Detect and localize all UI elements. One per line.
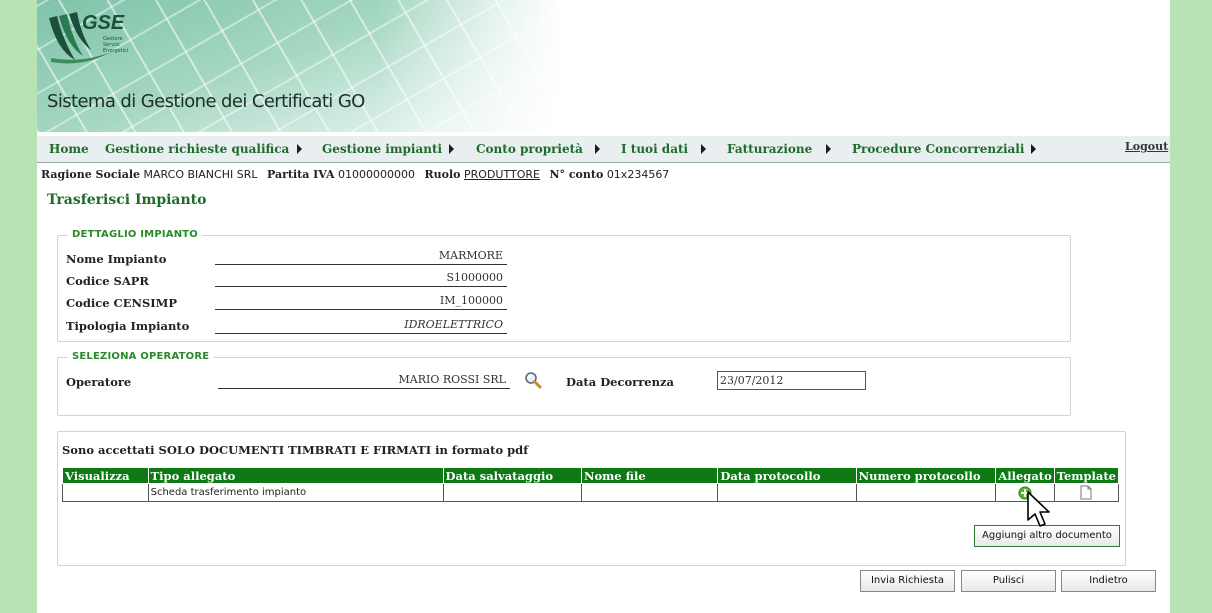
- codice-censimp-value: IM_100000: [215, 293, 507, 310]
- dettaglio-impianto-section: DETTAGLIO IMPIANTO Nome Impianto MARMORE…: [57, 229, 1071, 342]
- tipologia-impianto-value: IDROELETTRICO: [215, 317, 507, 334]
- cell-nome-file: [580, 483, 719, 502]
- nav-arrow-icon[interactable]: [1031, 144, 1036, 154]
- data-decorrenza-label: Data Decorrenza: [566, 375, 674, 389]
- partita-iva-label: Partita IVA: [266, 168, 335, 181]
- page: GSE Gestore Servizi Energetici Sistema d…: [37, 0, 1170, 613]
- submit-request-button[interactable]: Invia Richiesta: [860, 570, 955, 592]
- nav-arrow-icon[interactable]: [297, 144, 302, 154]
- tipologia-impianto-label: Tipologia Impianto: [66, 319, 190, 333]
- nav-item-conto-proprieta[interactable]: Conto proprietà: [476, 142, 583, 156]
- cell-visualizza: [62, 483, 149, 502]
- column-header-numero-protocollo: Numero protocollo: [855, 467, 997, 484]
- app-title: Sistema di Gestione dei Certificati GO: [47, 91, 365, 112]
- cell-template: [1053, 483, 1120, 502]
- nav-arrow-icon[interactable]: [826, 144, 831, 154]
- back-button[interactable]: Indietro: [1061, 570, 1156, 592]
- cell-tipo-allegato: Scheda trasferimento impianto: [147, 483, 444, 502]
- seleziona-operatore-section: SELEZIONA OPERATORE Operatore MARIO ROSS…: [57, 351, 1071, 416]
- column-header-template: Template: [1053, 467, 1120, 484]
- logo-subtitle: Gestore Servizi Energetici: [103, 36, 129, 54]
- documents-table: Visualizza Tipo allegato Data salvataggi…: [62, 467, 1120, 502]
- documents-note: Sono accettati SOLO DOCUMENTI TIMBRATI E…: [62, 443, 529, 457]
- add-document-button[interactable]: Aggiungi altro documento: [974, 525, 1120, 547]
- cell-data-salvataggio: [442, 483, 582, 502]
- column-header-allegato: Allegato: [995, 467, 1055, 484]
- nav-item-home[interactable]: Home: [49, 142, 89, 156]
- column-header-tipo-allegato: Tipo allegato: [147, 467, 444, 484]
- codice-sapr-value: S1000000: [215, 270, 507, 287]
- column-header-visualizza: Visualizza: [62, 467, 149, 484]
- nav-item-procedure-concorrenziali[interactable]: Procedure Concorrenziali: [852, 142, 1024, 156]
- column-header-data-protocollo: Data protocollo: [717, 467, 857, 484]
- conto-label: N° conto: [549, 168, 604, 181]
- account-info: Ragione Sociale MARCO BIANCHI SRL Partit…: [41, 168, 675, 181]
- nav-item-gestione-richieste-qualifica[interactable]: Gestione richieste qualifica: [105, 142, 289, 156]
- ragione-sociale-value: MARCO BIANCHI SRL: [143, 168, 258, 181]
- table-header-row: Visualizza Tipo allegato Data salvataggi…: [62, 467, 1120, 484]
- codice-sapr-label: Codice SAPR: [66, 274, 149, 288]
- table-row: Scheda trasferimento impianto: [62, 483, 1120, 502]
- seleziona-operatore-legend: SELEZIONA OPERATORE: [68, 351, 214, 362]
- nav-item-fatturazione[interactable]: Fatturazione: [727, 142, 812, 156]
- nav-item-i-tuoi-dati[interactable]: I tuoi dati: [621, 142, 688, 156]
- document-icon[interactable]: [1080, 485, 1092, 500]
- search-icon[interactable]: [524, 371, 542, 389]
- data-decorrenza-input[interactable]: [717, 371, 866, 390]
- codice-censimp-label: Codice CENSIMP: [66, 296, 178, 310]
- nome-impianto-label: Nome Impianto: [66, 252, 167, 266]
- conto-value: 01x234567: [606, 168, 670, 181]
- nav-arrow-icon[interactable]: [595, 144, 600, 154]
- logo-text: GSE: [82, 12, 125, 34]
- nav-item-gestione-impianti[interactable]: Gestione impianti: [322, 142, 442, 156]
- header-banner: GSE Gestore Servizi Energetici Sistema d…: [37, 0, 1170, 136]
- cell-data-protocollo: [717, 483, 857, 502]
- nav-arrow-icon[interactable]: [449, 144, 454, 154]
- dettaglio-impianto-legend: DETTAGLIO IMPIANTO: [68, 229, 203, 240]
- ruolo-label: Ruolo: [424, 168, 461, 181]
- column-header-nome-file: Nome file: [580, 467, 719, 484]
- partita-iva-value: 01000000000: [338, 168, 416, 181]
- nav-arrow-icon[interactable]: [701, 144, 706, 154]
- nome-impianto-value: MARMORE: [215, 248, 507, 265]
- logout-link[interactable]: Logout: [1125, 140, 1168, 153]
- main-nav: Home Gestione richieste qualifica Gestio…: [37, 136, 1170, 163]
- column-header-data-salvataggio: Data salvataggio: [442, 467, 582, 484]
- page-title: Trasferisci Impianto: [47, 192, 207, 208]
- clear-button[interactable]: Pulisci: [961, 570, 1056, 592]
- ragione-sociale-label: Ragione Sociale: [41, 168, 141, 181]
- ruolo-link[interactable]: PRODUTTORE: [464, 168, 540, 181]
- operatore-value: MARIO ROSSI SRL: [218, 372, 510, 389]
- operatore-label: Operatore: [66, 375, 132, 389]
- cell-allegato: [995, 483, 1055, 502]
- cell-numero-protocollo: [855, 483, 997, 502]
- add-icon[interactable]: [1018, 486, 1032, 500]
